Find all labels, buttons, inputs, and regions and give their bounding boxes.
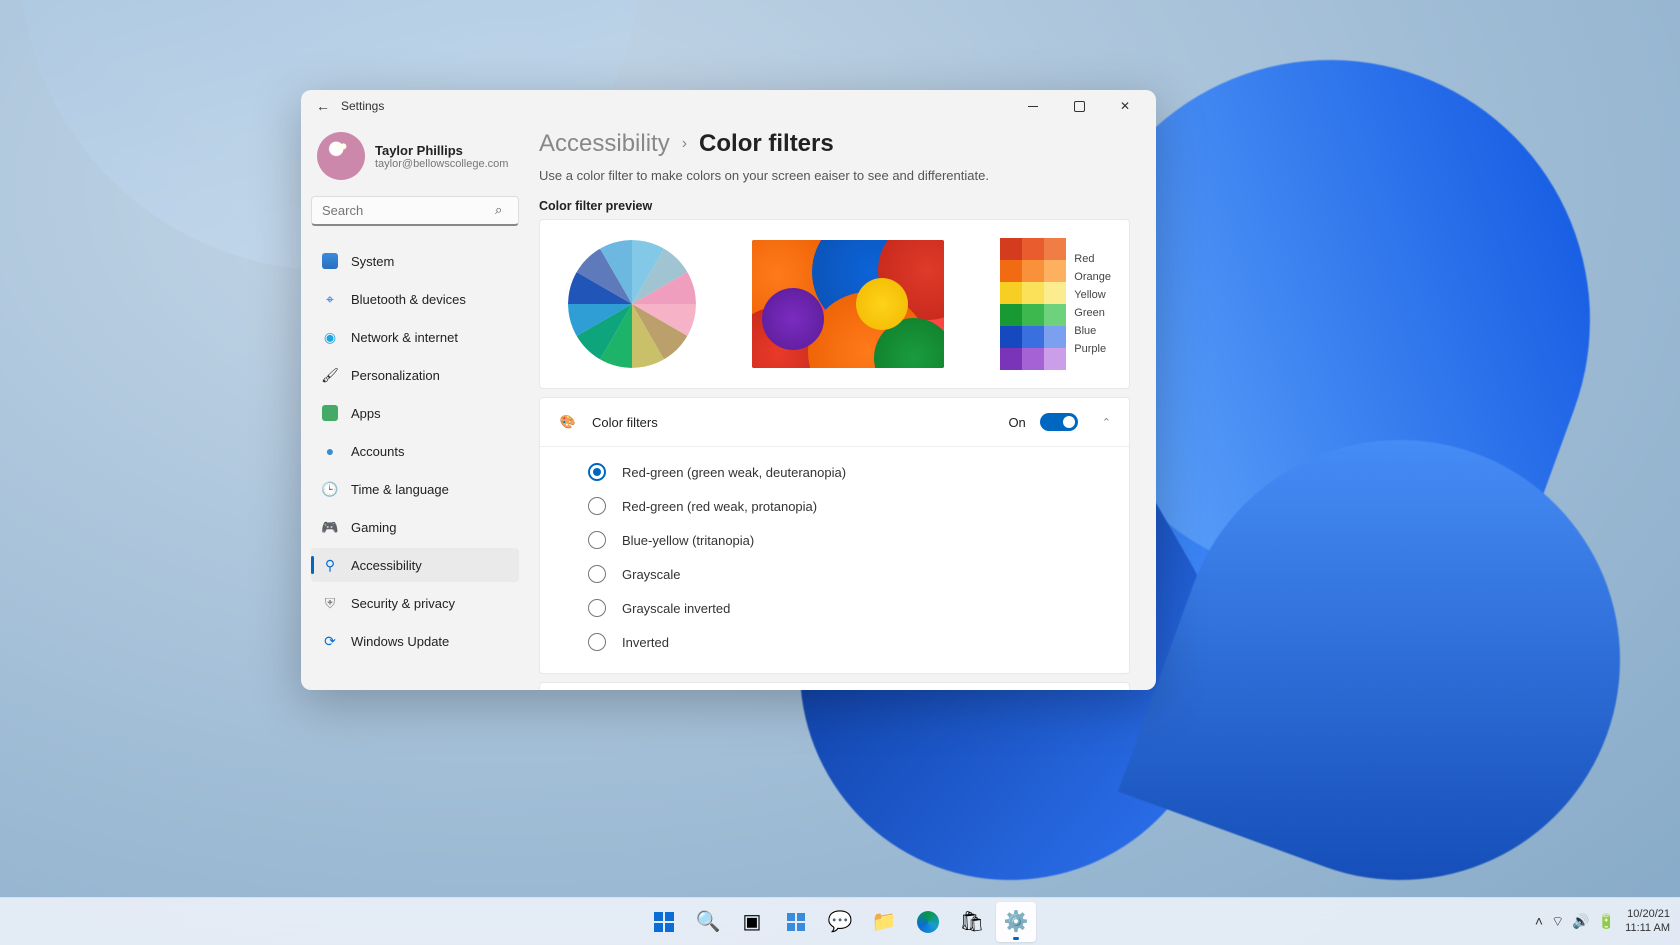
sidebar-item-security[interactable]: ⛨Security & privacy: [311, 586, 519, 620]
sidebar-item-network[interactable]: ◉Network & internet: [311, 320, 519, 354]
settings-window: ← Settings Taylor Phillips taylor@bellow…: [301, 90, 1156, 690]
monitor-icon: [321, 252, 339, 270]
titlebar: ← Settings: [301, 90, 1156, 122]
avatar: [317, 132, 365, 180]
chat-button[interactable]: 💬: [820, 902, 860, 942]
sidebar-item-accounts[interactable]: ●Accounts: [311, 434, 519, 468]
breadcrumb: Accessibility › Color filters: [539, 130, 1130, 158]
edge-button[interactable]: [908, 902, 948, 942]
wifi-icon: ◉: [321, 328, 339, 346]
sidebar-item-system[interactable]: System: [311, 244, 519, 278]
window-title: Settings: [341, 99, 384, 113]
profile-email: taylor@bellowscollege.com: [375, 158, 508, 170]
radio-inverted[interactable]: Inverted: [588, 625, 1129, 659]
profile-name: Taylor Phillips: [375, 143, 508, 158]
sidebar-item-gaming[interactable]: 🎮Gaming: [311, 510, 519, 544]
minimize-button[interactable]: [1010, 90, 1056, 122]
taskbar-search-button[interactable]: 🔍: [688, 902, 728, 942]
start-button[interactable]: [644, 902, 684, 942]
settings-taskbar-button[interactable]: ⚙️: [996, 902, 1036, 942]
color-filter-options: Red-green (green weak, deuteranopia) Red…: [540, 447, 1129, 673]
maximize-button[interactable]: [1056, 90, 1102, 122]
search-icon: ⌕: [495, 202, 511, 218]
color-filter-preview-card: Red Orange Yellow Green Blue Purple: [539, 219, 1130, 389]
apps-icon: [321, 404, 339, 422]
task-view-button[interactable]: ▣: [732, 902, 772, 942]
page-title: Color filters: [699, 130, 834, 158]
profile-block[interactable]: Taylor Phillips taylor@bellowscollege.co…: [311, 128, 519, 192]
bluetooth-icon: ⌖: [321, 290, 339, 308]
toggle-state-label: On: [1008, 415, 1025, 430]
back-button[interactable]: ←: [309, 92, 337, 120]
brush-icon: 🖌: [321, 366, 339, 384]
shield-icon: ⛨: [321, 594, 339, 612]
sidebar-item-apps[interactable]: Apps: [311, 396, 519, 430]
radio-grayscale-inverted[interactable]: Grayscale inverted: [588, 591, 1129, 625]
tray-battery-icon[interactable]: 🔋: [1598, 913, 1615, 931]
taskbar: 🔍 ▣ 💬 📁 🛍 ⚙️ ˄ ⌔ 🔊 🔋 10/20/21 11:11 AM: [0, 897, 1680, 945]
sidebar-item-accessibility[interactable]: ⚲Accessibility: [311, 548, 519, 582]
color-filters-card: 🎨 Color filters On ⌃ Red-green (green we…: [539, 397, 1130, 674]
store-button[interactable]: 🛍: [952, 902, 992, 942]
breadcrumb-parent[interactable]: Accessibility: [539, 130, 670, 158]
content-pane: Accessibility › Color filters Use a colo…: [529, 122, 1156, 690]
palette-icon: 🎨: [558, 412, 578, 432]
person-icon: ●: [321, 442, 339, 460]
system-tray[interactable]: ˄ ⌔ 🔊 🔋 10/20/21 11:11 AM: [1535, 908, 1670, 934]
sidebar: Taylor Phillips taylor@bellowscollege.co…: [301, 122, 529, 690]
sidebar-item-bluetooth[interactable]: ⌖Bluetooth & devices: [311, 282, 519, 316]
sidebar-item-update[interactable]: ⟳Windows Update: [311, 624, 519, 658]
radio-protanopia[interactable]: Red-green (red weak, protanopia): [588, 489, 1129, 523]
color-filters-row[interactable]: 🎨 Color filters On ⌃: [540, 398, 1129, 446]
chevron-right-icon: ›: [682, 135, 687, 153]
radio-tritanopia[interactable]: Blue-yellow (tritanopia): [588, 523, 1129, 557]
shortcut-card: Keyboard shortcut for color filters Off: [539, 682, 1130, 690]
tray-wifi-icon[interactable]: ⌔: [1551, 913, 1564, 931]
preview-label: Color filter preview: [539, 199, 1130, 213]
chevron-up-icon: ⌃: [1102, 416, 1111, 429]
photo-preview: [752, 240, 944, 368]
search-box[interactable]: ⌕: [311, 196, 519, 226]
color-filters-row-label: Color filters: [592, 415, 658, 430]
sidebar-item-personalization[interactable]: 🖌Personalization: [311, 358, 519, 392]
file-explorer-button[interactable]: 📁: [864, 902, 904, 942]
update-icon: ⟳: [321, 632, 339, 650]
tray-datetime[interactable]: 10/20/21 11:11 AM: [1625, 908, 1670, 934]
radio-deuteranopia[interactable]: Red-green (green weak, deuteranopia): [588, 455, 1129, 489]
close-button[interactable]: [1102, 90, 1148, 122]
clock-icon: 🕒: [321, 480, 339, 498]
accessibility-icon: ⚲: [321, 556, 339, 574]
page-description: Use a color filter to make colors on you…: [539, 168, 1130, 183]
tray-overflow-icon[interactable]: ˄: [1535, 913, 1543, 931]
color-filters-toggle[interactable]: [1040, 413, 1078, 431]
search-input[interactable]: [311, 196, 519, 226]
shortcut-row[interactable]: Keyboard shortcut for color filters Off: [540, 683, 1129, 690]
widgets-button[interactable]: [776, 902, 816, 942]
swatch-preview: Red Orange Yellow Green Blue Purple: [1000, 238, 1111, 370]
gamepad-icon: 🎮: [321, 518, 339, 536]
radio-grayscale[interactable]: Grayscale: [588, 557, 1129, 591]
tray-volume-icon[interactable]: 🔊: [1572, 913, 1589, 931]
color-wheel-preview: [568, 240, 696, 368]
sidebar-item-time[interactable]: 🕒Time & language: [311, 472, 519, 506]
